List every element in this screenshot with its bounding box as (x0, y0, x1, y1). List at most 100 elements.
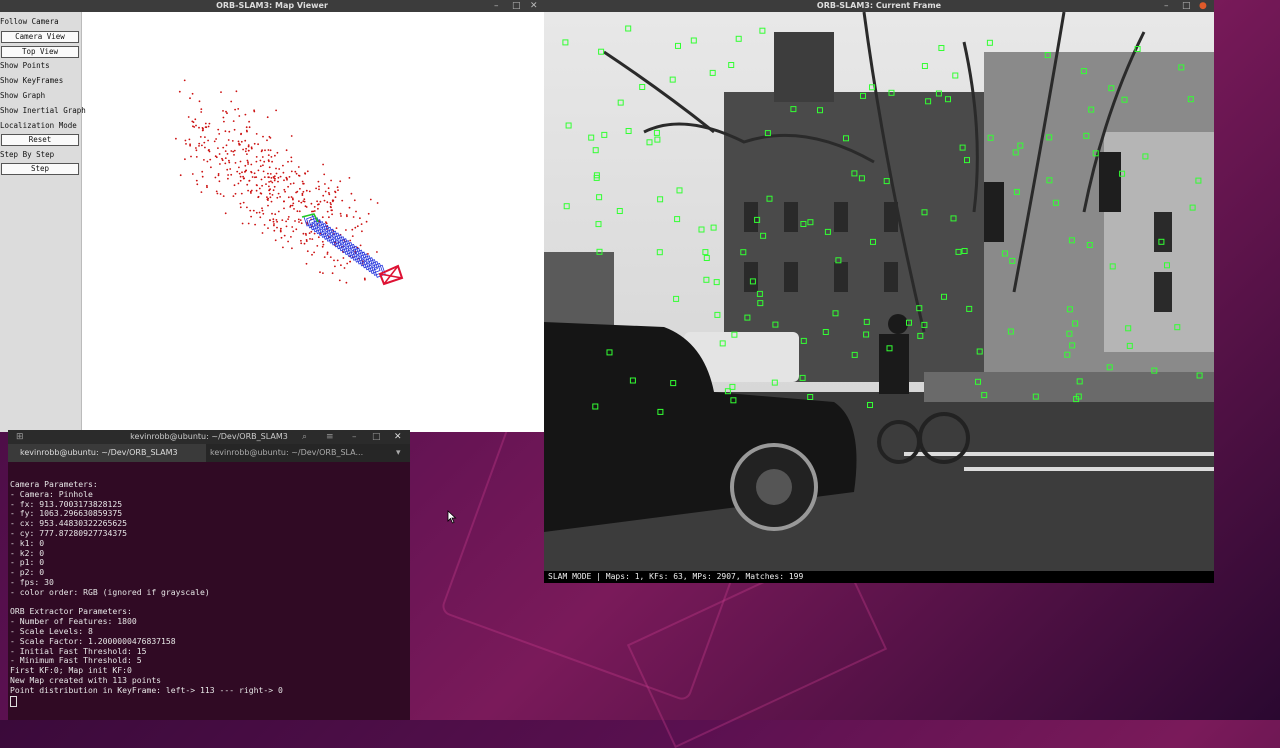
map-point (233, 154, 235, 156)
terminal-cursor (10, 695, 408, 707)
map-point (194, 118, 197, 121)
keyframe-marker (334, 236, 347, 250)
map-point (274, 213, 277, 216)
map-point (303, 198, 306, 201)
close-icon[interactable]: ● (1199, 0, 1207, 12)
maximize-icon[interactable]: □ (372, 431, 381, 443)
map-point (250, 170, 253, 173)
map-point (254, 176, 256, 179)
map-point (325, 222, 328, 225)
map-point (305, 240, 308, 243)
map-point (261, 149, 263, 152)
map-point (185, 143, 187, 145)
minimize-icon[interactable]: – (352, 431, 357, 443)
map-point (281, 219, 284, 222)
map-point (326, 201, 329, 204)
map-point (239, 179, 242, 182)
localization-mode-checkbox[interactable]: Localization Mode (0, 121, 77, 130)
terminal-line: - cy: 777.87280927734375 (10, 527, 127, 538)
map-point (313, 206, 316, 208)
minimize-icon[interactable]: – (494, 0, 499, 12)
map-point (239, 175, 242, 178)
tab-terminal-1[interactable]: kevinrobb@ubuntu: ~/Dev/ORB_SLAM3 (8, 444, 206, 462)
map-point (345, 229, 347, 231)
terminal-titlebar[interactable]: kevinrobb@ubuntu: ~/Dev/ORB_SLAM3 (8, 430, 410, 444)
map-point (283, 200, 285, 203)
map-point (237, 182, 240, 185)
menu-icon[interactable]: ≡ (326, 431, 334, 443)
close-icon[interactable]: ✕ (394, 431, 402, 443)
map-point (261, 209, 264, 212)
map-point (227, 139, 230, 141)
tabs-dropdown-icon[interactable]: ▾ (396, 447, 401, 459)
map-point (223, 120, 225, 123)
map-point (340, 264, 342, 267)
map-point (222, 146, 225, 149)
map-point (225, 110, 227, 113)
camera-frame-image (544, 12, 1214, 571)
map-point (336, 259, 339, 262)
map-point (184, 158, 186, 161)
current-frame-window: ORB-SLAM3: Current Frame – □ ● SLAM MODE… (544, 0, 1214, 583)
map-point (250, 215, 253, 218)
map-point (341, 199, 344, 202)
camera-view-button[interactable]: Camera View (1, 31, 79, 43)
tab-terminal-2[interactable]: kevinrobb@ubuntu: ~/Dev/ORB_SLA... (198, 444, 400, 462)
map-point (215, 190, 218, 193)
map-point (255, 133, 258, 135)
map-point (200, 191, 203, 194)
map-point (303, 242, 306, 245)
follow-camera-checkbox[interactable]: Follow Camera (0, 17, 59, 26)
map-point (331, 272, 334, 275)
map-point (239, 202, 242, 205)
mouse-pointer-icon (447, 510, 457, 524)
map-point (289, 204, 292, 207)
map-point (369, 198, 372, 201)
new-tab-icon[interactable]: ⊞ (16, 431, 24, 443)
map-point (259, 216, 262, 219)
map-point (190, 155, 192, 158)
map-point (255, 211, 258, 214)
map-viewer-titlebar[interactable]: ORB-SLAM3: Map Viewer (0, 0, 544, 12)
search-icon[interactable]: ⌕ (302, 431, 307, 443)
map-point (201, 129, 204, 132)
step-by-step-checkbox[interactable]: Step By Step (0, 150, 54, 159)
map-point (309, 238, 311, 240)
map-point (299, 219, 302, 222)
step-button[interactable]: Step (1, 163, 79, 175)
close-icon[interactable]: ✕ (530, 0, 538, 12)
map-point (208, 122, 211, 125)
map-point (259, 159, 262, 162)
reset-button[interactable]: Reset (1, 134, 79, 146)
map-point (313, 251, 315, 254)
show-keyframes-checkbox[interactable]: Show KeyFrames (0, 76, 63, 85)
map-point (328, 192, 330, 194)
map-point (367, 212, 370, 215)
map-point (226, 153, 229, 155)
current-frame-titlebar[interactable]: ORB-SLAM3: Current Frame (544, 0, 1214, 12)
show-inertial-graph-checkbox[interactable]: Show Inertial Graph (0, 106, 86, 115)
map-point (246, 159, 249, 162)
control-panel: Follow Camera Camera View Top View Show … (0, 12, 86, 432)
map-point (294, 170, 297, 173)
show-points-checkbox[interactable]: Show Points (0, 61, 50, 70)
terminal-output[interactable]: Camera Parameters: - Camera: Pinhole - fx:… (10, 479, 408, 707)
map-3d-view[interactable] (82, 12, 544, 432)
map-point (279, 175, 282, 178)
map-point (285, 149, 288, 152)
map-point (290, 135, 293, 137)
map-point (292, 182, 295, 185)
top-view-button[interactable]: Top View (1, 46, 79, 58)
minimize-icon[interactable]: – (1164, 0, 1169, 12)
map-point (326, 253, 329, 255)
maximize-icon[interactable]: □ (1182, 0, 1191, 12)
map-point (355, 210, 357, 213)
map-point (272, 176, 275, 178)
maximize-icon[interactable]: □ (512, 0, 521, 12)
map-point (279, 230, 282, 233)
keyframe-marker (358, 253, 371, 267)
show-graph-checkbox[interactable]: Show Graph (0, 91, 45, 100)
map-point (245, 126, 248, 129)
map-point (290, 170, 293, 173)
map-point (204, 136, 206, 138)
